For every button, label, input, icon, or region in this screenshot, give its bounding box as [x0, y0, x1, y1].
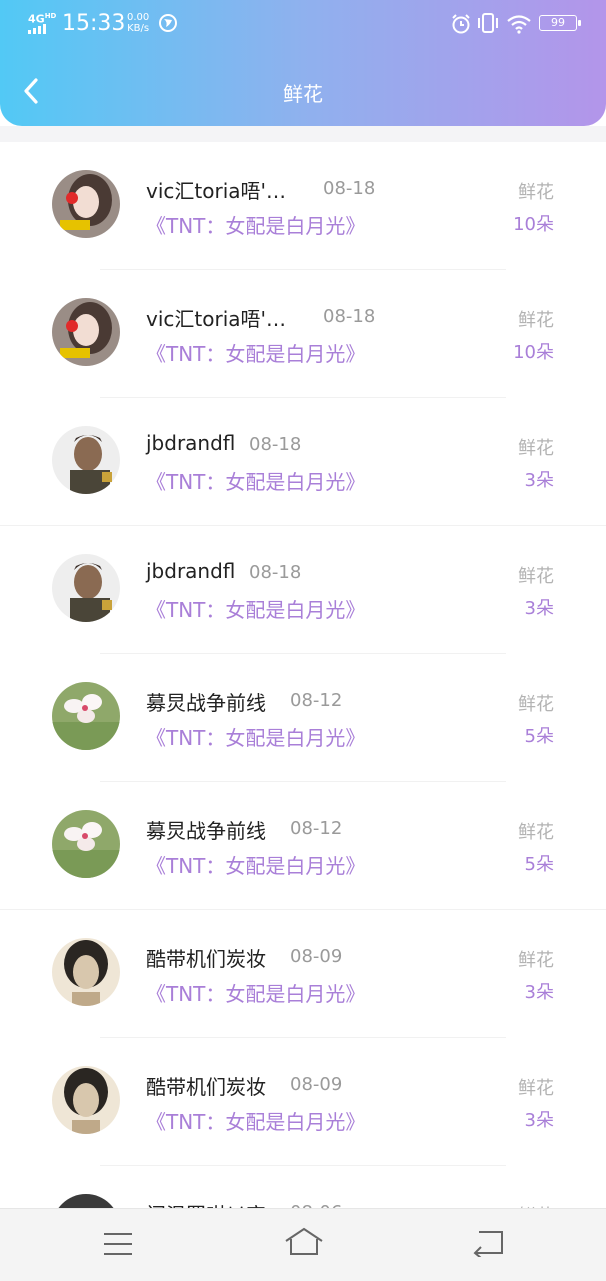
- gift-type: 鲜花: [518, 566, 554, 587]
- clock: 15:33: [62, 11, 126, 36]
- book-title[interactable]: 《TNT：女配是白月光》: [146, 1106, 365, 1135]
- avatar[interactable]: [52, 682, 120, 750]
- avatar[interactable]: [52, 170, 120, 238]
- gift-list-item[interactable]: 阁温罢咁乂官08-06《TNT：女配是白月光》鲜花: [0, 1166, 606, 1208]
- page-title: 鲜花: [283, 82, 323, 106]
- gift-count: 10朵: [513, 214, 554, 235]
- user-name: vic汇toria唔's…: [146, 307, 296, 331]
- gift-count: 3朵: [524, 982, 554, 1003]
- user-name: 募炅战争前线: [146, 819, 266, 843]
- section-gap: [0, 126, 606, 142]
- wifi-icon: [507, 15, 531, 34]
- gift-count: 3朵: [524, 470, 554, 491]
- gift-type: 鲜花: [518, 438, 554, 459]
- gift-list: vic汇toria唔's… 08-18 《TNT：女配是白月光》 鲜花 10朵 vic汇t…: [0, 142, 606, 1208]
- avatar[interactable]: [52, 426, 120, 494]
- gift-type: 鲜花: [518, 822, 554, 843]
- gift-date: 08-18: [323, 178, 376, 199]
- user-name: jbdrandfl: [146, 431, 236, 455]
- avatar[interactable]: [52, 810, 120, 878]
- book-title[interactable]: 《TNT：女配是白月光》: [146, 338, 365, 367]
- gift-list-item[interactable]: 募炅战争前线 08-12 《TNT：女配是白月光》 鲜花 5朵: [0, 654, 606, 782]
- globe-icon: [159, 14, 177, 32]
- avatar[interactable]: [52, 1194, 120, 1208]
- gift-count: 10朵: [513, 342, 554, 363]
- back-icon[interactable]: [472, 1229, 504, 1257]
- gift-list-item[interactable]: 酷带机们炭妆 08-09 《TNT：女配是白月光》 鲜花 3朵: [0, 910, 606, 1038]
- user-name: 阁温罢咁乂官: [146, 1199, 266, 1208]
- book-title[interactable]: 《TNT：女配是白月光》: [146, 210, 365, 239]
- gift-date: 08-12: [290, 818, 343, 839]
- gift-type: 鲜花: [518, 310, 554, 331]
- battery-indicator: 99: [539, 15, 581, 31]
- gift-date: 08-09: [290, 946, 343, 967]
- system-nav-bar: [0, 1208, 606, 1281]
- book-title[interactable]: 《TNT：女配是白月光》: [146, 594, 365, 623]
- gift-list-item[interactable]: vic汇toria唔's… 08-18 《TNT：女配是白月光》 鲜花 10朵: [0, 142, 606, 270]
- gift-count: 5朵: [524, 854, 554, 875]
- gift-count: 3朵: [524, 598, 554, 619]
- book-title[interactable]: 《TNT：女配是白月光》: [146, 722, 365, 751]
- gift-count: 5朵: [524, 726, 554, 747]
- avatar[interactable]: [52, 298, 120, 366]
- gift-type: 鲜花: [518, 1078, 554, 1099]
- user-name: jbdrandfl: [146, 559, 236, 583]
- gift-count: 3朵: [524, 1110, 554, 1131]
- avatar[interactable]: [52, 554, 120, 622]
- user-name: 募炅战争前线: [146, 691, 266, 715]
- header-bar: 4GHD 15:33 0.00 KB/s 99 鲜花: [0, 0, 606, 126]
- gift-date: 08-12: [290, 690, 343, 711]
- user-name: 酷带机们炭妆: [146, 1075, 266, 1099]
- gift-list-item[interactable]: jbdrandfl 08-18 《TNT：女配是白月光》 鲜花 3朵: [0, 398, 606, 526]
- signal-icon: [28, 24, 46, 34]
- avatar[interactable]: [52, 1066, 120, 1134]
- gift-list-item[interactable]: 募炅战争前线 08-12 《TNT：女配是白月光》 鲜花 5朵: [0, 782, 606, 910]
- book-title[interactable]: 《TNT：女配是白月光》: [146, 466, 365, 495]
- gift-date: 08-18: [249, 434, 302, 455]
- status-bar: 4GHD 15:33 0.00 KB/s 99: [0, 0, 606, 48]
- network-speed: 0.00 KB/s: [127, 12, 150, 34]
- vibrate-icon: [478, 13, 498, 33]
- menu-icon[interactable]: [103, 1231, 133, 1257]
- book-title[interactable]: 《TNT：女配是白月光》: [146, 978, 365, 1007]
- gift-list-item[interactable]: 酷带机们炭妆 08-09 《TNT：女配是白月光》 鲜花 3朵: [0, 1038, 606, 1166]
- alarm-icon: [452, 14, 470, 34]
- user-name: 酷带机们炭妆: [146, 947, 266, 971]
- gift-date: 08-09: [290, 1074, 343, 1095]
- gift-type: 鲜花: [518, 182, 554, 203]
- gift-date: 08-18: [249, 562, 302, 583]
- gift-list-item[interactable]: jbdrandfl 08-18 《TNT：女配是白月光》 鲜花 3朵: [0, 526, 606, 654]
- gift-date: 08-18: [323, 306, 376, 327]
- user-name: vic汇toria唔's…: [146, 179, 296, 203]
- home-icon[interactable]: [284, 1227, 324, 1257]
- avatar[interactable]: [52, 938, 120, 1006]
- gift-list-item[interactable]: vic汇toria唔's… 08-18 《TNT：女配是白月光》 鲜花 10朵: [0, 270, 606, 398]
- gift-type: 鲜花: [518, 950, 554, 971]
- book-title[interactable]: 《TNT：女配是白月光》: [146, 850, 365, 879]
- gift-type: 鲜花: [518, 694, 554, 715]
